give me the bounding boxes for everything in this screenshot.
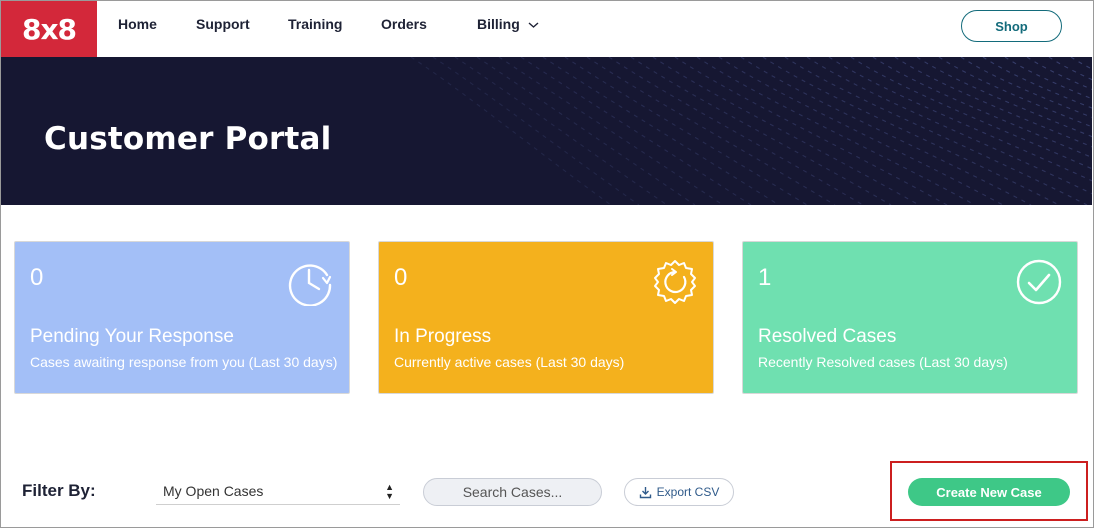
logo[interactable]: 8x8 bbox=[1, 1, 97, 57]
progress-description: Currently active cases (Last 30 days) bbox=[394, 354, 625, 370]
nav-billing[interactable]: Billing bbox=[477, 16, 539, 32]
nav-training[interactable]: Training bbox=[288, 16, 342, 32]
resolved-title: Resolved Cases bbox=[758, 326, 897, 347]
nav-orders[interactable]: Orders bbox=[381, 16, 427, 32]
case-filter-value: My Open Cases bbox=[163, 483, 264, 499]
gear-progress-icon bbox=[654, 260, 696, 304]
pending-title: Pending Your Response bbox=[30, 326, 234, 347]
filter-label: Filter By: bbox=[22, 481, 96, 500]
check-circle-icon bbox=[1016, 259, 1062, 305]
search-input[interactable] bbox=[423, 478, 602, 506]
card-pending-response[interactable]: 0 Pending Your Response Cases awaiting r… bbox=[14, 241, 350, 394]
export-csv-label: Export CSV bbox=[656, 485, 720, 499]
page-title: Customer Portal bbox=[44, 121, 332, 157]
logo-text: 8x8 bbox=[21, 12, 77, 46]
top-navigation: 8x8 Home Support Training Orders Billing… bbox=[0, 0, 1094, 57]
pending-count: 0 bbox=[30, 264, 44, 291]
select-arrows-icon: ▲ ▼ bbox=[385, 482, 394, 501]
shop-button[interactable]: Shop bbox=[961, 10, 1062, 42]
chevron-down-icon bbox=[528, 22, 539, 29]
resolved-description: Recently Resolved cases (Last 30 days) bbox=[758, 354, 1008, 370]
card-in-progress[interactable]: 0 In Progress Currently active cases (La… bbox=[378, 241, 714, 394]
case-filter-select[interactable]: My Open Cases ▲ ▼ bbox=[156, 479, 400, 505]
resolved-count: 1 bbox=[758, 264, 772, 291]
pending-description: Cases awaiting response from you (Last 3… bbox=[30, 354, 338, 370]
progress-title: In Progress bbox=[394, 326, 492, 347]
card-resolved-cases[interactable]: 1 Resolved Cases Recently Resolved cases… bbox=[742, 241, 1078, 394]
clock-icon bbox=[288, 264, 332, 306]
nav-billing-label: Billing bbox=[477, 16, 520, 32]
create-new-case-button[interactable]: Create New Case bbox=[908, 478, 1070, 506]
export-csv-button[interactable]: Export CSV bbox=[624, 478, 734, 506]
progress-count: 0 bbox=[394, 264, 408, 291]
download-icon bbox=[639, 486, 651, 498]
hero-banner: Customer Portal bbox=[1, 57, 1092, 205]
nav-support[interactable]: Support bbox=[196, 16, 250, 32]
nav-home[interactable]: Home bbox=[118, 16, 157, 32]
